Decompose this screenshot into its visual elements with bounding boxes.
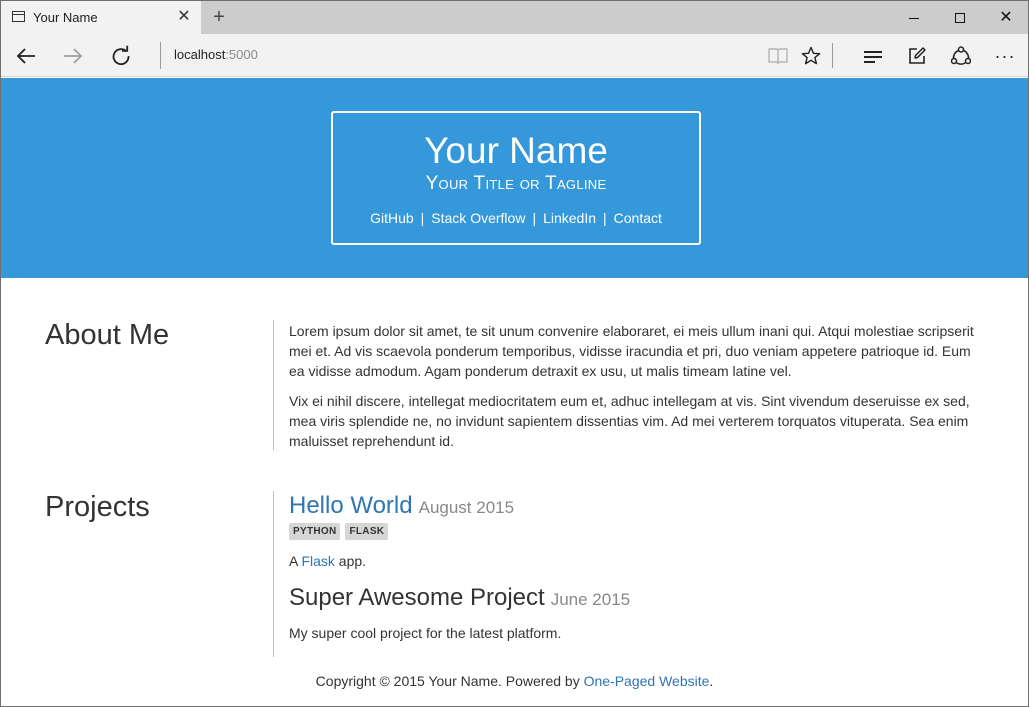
footer-period: . [709,673,714,689]
project-date: June 2015 [550,590,631,609]
contact-link[interactable]: Contact [614,210,662,226]
header-links: GitHub | Stack Overflow | LinkedIn | Contact [333,210,699,226]
description-text: app. [334,553,367,569]
about-divider [273,320,274,450]
address-port: :5000 [225,47,258,62]
page-icon [12,11,25,22]
star-icon [801,46,821,65]
book-icon [768,48,788,65]
flask-link[interactable]: Flask [301,553,334,569]
project-name[interactable]: Hello World [289,492,413,519]
web-note-button[interactable] [902,41,932,71]
tag-badge: FLASK [345,523,389,540]
project-description: My super cool project for the latest pla… [289,625,562,641]
stack-overflow-link[interactable]: Stack Overflow [431,210,525,226]
toolbar-divider [832,43,833,68]
tagline: Your Title or Tagline [425,173,607,194]
project-date: August 2015 [418,498,515,517]
project-description: A Flask app. [289,553,366,569]
share-button[interactable] [946,41,976,71]
github-link[interactable]: GitHub [370,210,414,226]
refresh-icon [112,45,130,65]
about-paragraph: Lorem ipsum dolor sit amet, te sit unum … [289,323,974,379]
page-title: Your Name [424,130,608,171]
minimize-icon [909,17,919,19]
name-box: Your Name Your Title or Tagline GitHub | S… [331,111,701,245]
tag-badge: PYTHON [289,523,341,540]
hub-icon [864,51,882,64]
linkedin-link[interactable]: LinkedIn [543,210,596,226]
refresh-button[interactable] [106,41,136,71]
description-text: A [289,553,302,569]
one-paged-website-link[interactable]: One-Paged Website [584,673,710,689]
reading-view-button[interactable] [763,41,793,71]
close-window-button[interactable]: ✕ [983,1,1028,34]
about-heading: About Me [45,319,170,351]
maximize-icon [955,13,965,24]
project-title: Super Awesome Project June 2015 [289,584,630,612]
minimize-button[interactable] [891,1,937,34]
copyright-text: Copyright © 2015 Your Name. Powered by [315,673,584,689]
link-separator: | [532,210,537,226]
projects-divider [273,491,274,657]
tab-bar: Your Name ✕ + ✕ [1,1,1028,34]
browser-window: Your Name ✕ + ✕ localhost:5000 ··· Your … [0,0,1029,707]
link-separator: | [603,210,607,226]
link-separator: | [420,210,425,226]
tab-title: Your Name [33,10,98,25]
about-text: Lorem ipsum dolor sit amet, te sit unum … [289,321,985,461]
page-header: Your Name Your Title or Tagline GitHub | S… [1,78,1028,278]
about-paragraph: Vix ei nihil discere, intellegat mediocr… [289,393,970,449]
web-page: Your Name Your Title or Tagline GitHub | S… [1,78,1028,706]
arrow-left-icon [16,48,35,64]
arrow-right-icon [64,48,83,64]
address-divider [160,42,161,69]
share-icon [950,46,972,65]
new-tab-button[interactable]: + [208,6,230,28]
browser-tab[interactable]: Your Name ✕ [1,1,201,34]
hub-button[interactable] [858,41,888,71]
favorite-button[interactable] [796,41,826,71]
tab-close-icon[interactable]: ✕ [175,7,193,27]
project-name: Super Awesome Project [289,584,545,611]
more-button[interactable]: ··· [990,41,1020,71]
pen-square-icon [909,47,926,64]
address-toolbar: localhost:5000 ··· [1,34,1028,77]
project-title[interactable]: Hello World August 2015 [289,492,514,520]
address-bar[interactable]: localhost:5000 [174,47,258,62]
address-host: localhost [174,47,226,62]
project-tags: PYTHON FLASK [289,523,389,540]
projects-heading: Projects [45,491,150,523]
footer: Copyright © 2015 Your Name. Powered by O… [1,673,1028,689]
forward-button[interactable] [58,41,88,71]
maximize-button[interactable] [937,1,983,34]
back-button[interactable] [11,41,41,71]
